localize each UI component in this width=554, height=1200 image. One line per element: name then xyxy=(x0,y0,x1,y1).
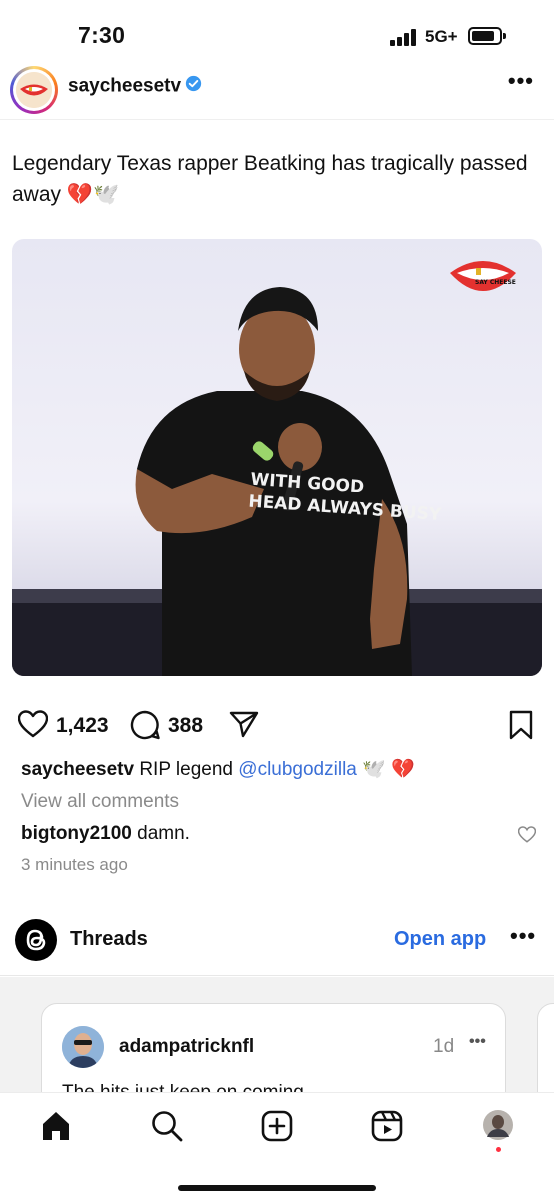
threads-bar: Threads Open app ••• xyxy=(0,912,554,976)
create-icon[interactable] xyxy=(260,1109,294,1148)
top-comment: bigtony2100 damn. xyxy=(21,823,190,845)
post-actions: 1,423 388 xyxy=(0,706,554,746)
comment-count[interactable]: 388 xyxy=(168,714,203,738)
post-caption: Legendary Texas rapper Beatking has trag… xyxy=(12,152,528,206)
network-label: 5G+ xyxy=(425,27,458,46)
threads-label[interactable]: Threads xyxy=(70,928,148,951)
post-more-icon[interactable]: ••• xyxy=(508,68,534,94)
caption-line: saycheesetv RIP legend @clubgodzilla 🕊️ … xyxy=(21,757,415,781)
threads-logo-icon[interactable] xyxy=(15,919,57,961)
search-icon[interactable] xyxy=(150,1109,184,1148)
profile-avatar[interactable] xyxy=(482,1109,514,1152)
caption-text: RIP legend xyxy=(134,759,239,780)
signal-bars-icon xyxy=(390,29,420,46)
like-icon[interactable] xyxy=(17,710,49,743)
battery-icon xyxy=(468,27,506,45)
comment-icon[interactable] xyxy=(130,710,160,745)
caption-mention[interactable]: @clubgodzilla xyxy=(238,759,357,780)
save-icon[interactable] xyxy=(508,710,534,745)
open-app-button[interactable]: Open app xyxy=(394,928,486,951)
thread-username[interactable]: adampatricknfl xyxy=(119,1036,254,1058)
post-image[interactable]: WITH GOOD HEAD ALWAYS BUSY SAY CHEESE xyxy=(12,239,542,676)
notification-dot xyxy=(495,1147,501,1152)
thread-more-icon[interactable]: ••• xyxy=(469,1033,486,1051)
view-all-comments-link[interactable]: View all comments xyxy=(21,791,179,813)
threads-carousel: adampatricknfl 1d ••• The hits just keep… xyxy=(0,977,554,1143)
comment-username[interactable]: bigtony2100 xyxy=(21,823,132,844)
post-timestamp: 3 minutes ago xyxy=(21,855,128,874)
thread-avatar[interactable] xyxy=(62,1026,104,1068)
status-time: 7:30 xyxy=(78,22,126,48)
caption-username[interactable]: saycheesetv xyxy=(21,759,134,780)
post-header: saycheesetv ••• xyxy=(0,64,554,120)
bottom-nav xyxy=(0,1092,554,1200)
watermark-text: SAY CHEESE xyxy=(475,279,516,286)
share-icon[interactable] xyxy=(229,710,259,743)
avatar[interactable] xyxy=(10,66,58,114)
home-indicator[interactable] xyxy=(178,1185,376,1191)
comment-like-icon[interactable] xyxy=(517,826,537,848)
post-username[interactable]: saycheesetv xyxy=(68,75,202,98)
comment-text: damn. xyxy=(131,823,190,844)
threads-more-icon[interactable]: ••• xyxy=(510,923,536,949)
home-icon[interactable] xyxy=(39,1109,73,1148)
post-username-text[interactable]: saycheesetv xyxy=(68,76,181,97)
verified-badge-icon xyxy=(185,75,202,98)
caption-emoji: 🕊️ 💔 xyxy=(356,759,415,780)
status-bar: 7:30 5G+ xyxy=(0,0,554,74)
reels-icon[interactable] xyxy=(370,1109,404,1148)
like-count[interactable]: 1,423 xyxy=(56,714,109,738)
thread-time: 1d xyxy=(433,1036,455,1057)
